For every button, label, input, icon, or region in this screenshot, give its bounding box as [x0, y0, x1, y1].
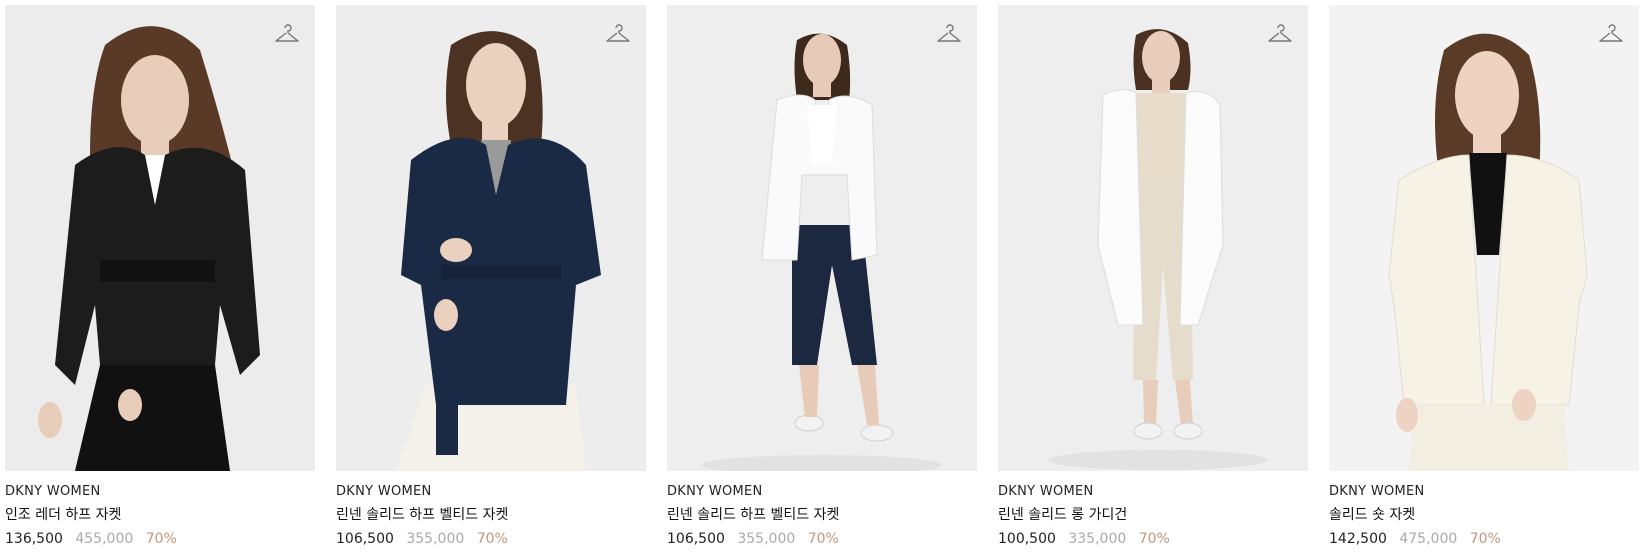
original-price: 455,000	[75, 531, 134, 547]
product-card[interactable]: DKNY WOMEN 린넨 솔리드 하프 벨티드 자켓 106,500 355,…	[336, 5, 646, 548]
original-price: 335,000	[1068, 531, 1127, 547]
sale-price: 136,500	[5, 531, 63, 547]
product-image[interactable]	[998, 5, 1308, 471]
model-photo	[667, 5, 977, 471]
product-card[interactable]: DKNY WOMEN 솔리드 숏 자켓 142,500 475,000 70%	[1329, 5, 1639, 548]
hanger-icon[interactable]	[1267, 22, 1293, 46]
model-photo	[5, 5, 315, 471]
product-image[interactable]	[336, 5, 646, 471]
discount-rate: 70%	[1469, 531, 1501, 547]
product-image[interactable]	[5, 5, 315, 471]
original-price: 475,000	[1399, 531, 1458, 547]
price-row: 100,500 335,000 70%	[998, 530, 1308, 548]
product-card[interactable]: DKNY WOMEN 인조 레더 하프 자켓 136,500 455,000 7…	[5, 5, 315, 548]
product-name[interactable]: 린넨 솔리드 하프 벨티드 자켓	[667, 507, 977, 524]
product-name[interactable]: 솔리드 숏 자켓	[1329, 507, 1639, 524]
discount-rate: 70%	[1138, 531, 1170, 547]
discount-rate: 70%	[476, 531, 508, 547]
hanger-icon[interactable]	[1598, 22, 1624, 46]
discount-rate: 70%	[807, 531, 839, 547]
product-brand[interactable]: DKNY WOMEN	[336, 483, 646, 500]
product-image[interactable]	[667, 5, 977, 471]
hanger-icon[interactable]	[936, 22, 962, 46]
product-brand[interactable]: DKNY WOMEN	[998, 483, 1308, 500]
price-row: 106,500 355,000 70%	[667, 530, 977, 548]
original-price: 355,000	[737, 531, 796, 547]
model-photo	[1329, 5, 1639, 471]
original-price: 355,000	[406, 531, 465, 547]
product-name[interactable]: 린넨 솔리드 하프 벨티드 자켓	[336, 507, 646, 524]
model-photo	[336, 5, 646, 471]
product-name[interactable]: 인조 레더 하프 자켓	[5, 507, 315, 524]
sale-price: 142,500	[1329, 531, 1387, 547]
hanger-icon[interactable]	[274, 22, 300, 46]
product-image[interactable]	[1329, 5, 1639, 471]
product-brand[interactable]: DKNY WOMEN	[5, 483, 315, 500]
product-grid: DKNY WOMEN 인조 레더 하프 자켓 136,500 455,000 7…	[5, 5, 1639, 548]
price-row: 106,500 355,000 70%	[336, 530, 646, 548]
product-brand[interactable]: DKNY WOMEN	[1329, 483, 1639, 500]
hanger-icon[interactable]	[605, 22, 631, 46]
product-card[interactable]: DKNY WOMEN 린넨 솔리드 롱 가디건 100,500 335,000 …	[998, 5, 1308, 548]
product-name[interactable]: 린넨 솔리드 롱 가디건	[998, 507, 1308, 524]
sale-price: 106,500	[667, 531, 725, 547]
product-brand[interactable]: DKNY WOMEN	[667, 483, 977, 500]
price-row: 142,500 475,000 70%	[1329, 530, 1639, 548]
sale-price: 106,500	[336, 531, 394, 547]
price-row: 136,500 455,000 70%	[5, 530, 315, 548]
discount-rate: 70%	[145, 531, 177, 547]
sale-price: 100,500	[998, 531, 1056, 547]
product-card[interactable]: DKNY WOMEN 린넨 솔리드 하프 벨티드 자켓 106,500 355,…	[667, 5, 977, 548]
model-photo	[998, 5, 1308, 471]
